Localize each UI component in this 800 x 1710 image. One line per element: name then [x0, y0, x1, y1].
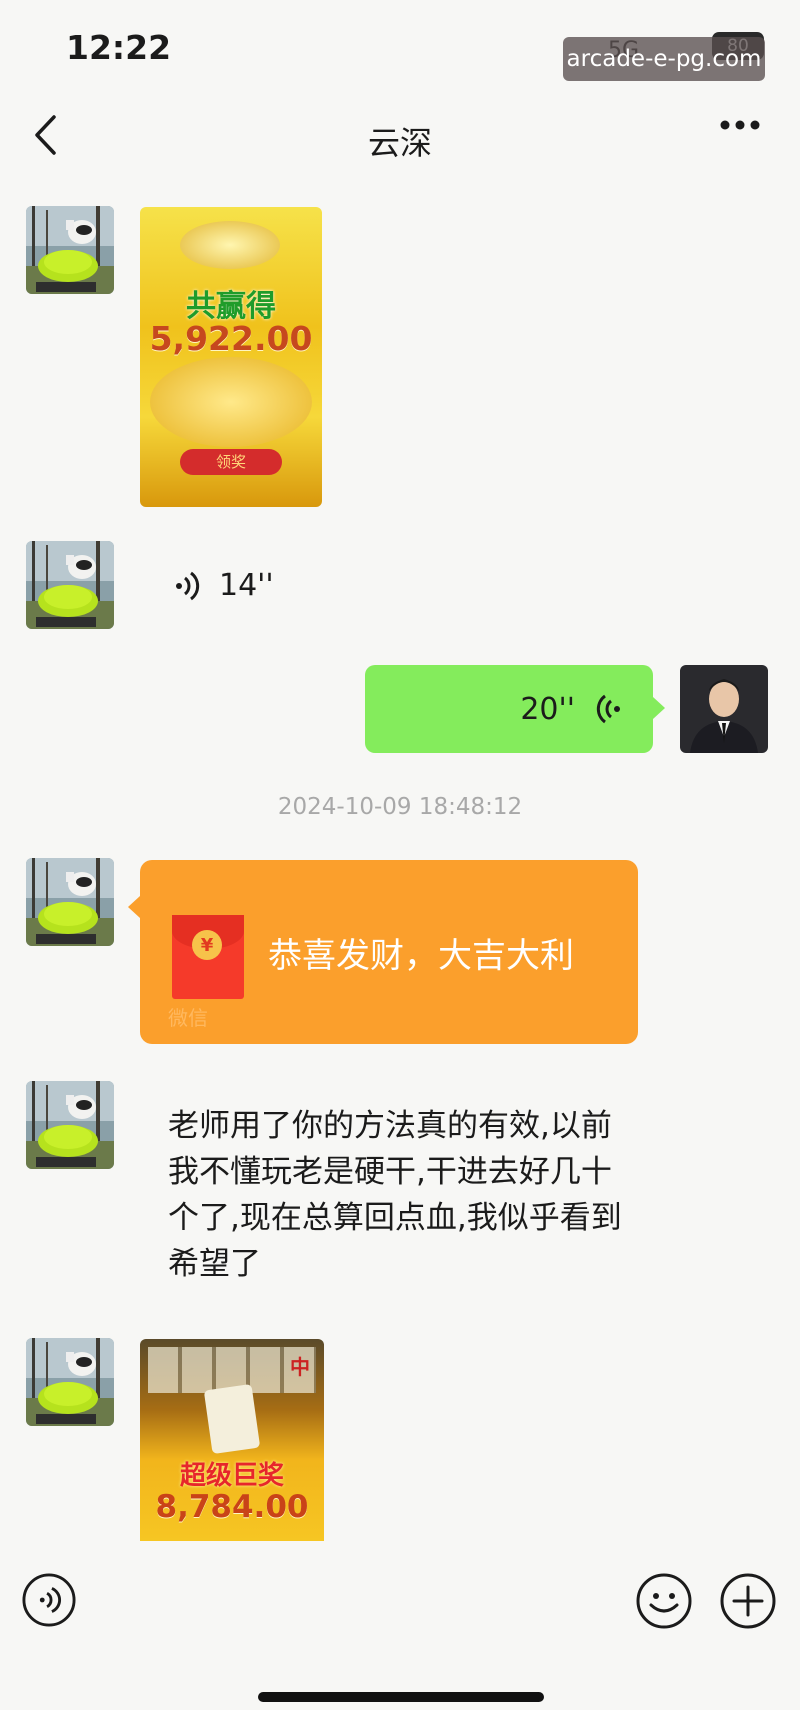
- dragon-emblem: [180, 221, 280, 269]
- status-time: 12:22: [66, 28, 172, 67]
- message-timestamp: 2024-10-09 18:48:12: [277, 794, 523, 820]
- jackpot-image-card[interactable]: 中 超级巨奖 8,784.00: [140, 1339, 324, 1541]
- voice-message-outgoing[interactable]: 20'': [365, 665, 665, 753]
- contact-avatar[interactable]: [26, 541, 114, 629]
- contact-avatar[interactable]: [26, 858, 114, 946]
- gold-pile: [150, 357, 312, 447]
- red-packet-footer: 微信: [168, 1006, 208, 1030]
- red-envelope-icon: ¥: [172, 915, 244, 999]
- self-avatar[interactable]: [680, 665, 768, 753]
- more-dots-icon[interactable]: [718, 118, 762, 132]
- center-tile: [203, 1383, 261, 1455]
- watermark: arcade-e-pg.com: [563, 37, 765, 81]
- voice-input-icon[interactable]: [22, 1573, 76, 1627]
- tile-label: 中: [290, 1355, 310, 1379]
- plus-icon[interactable]: [720, 1573, 776, 1629]
- jackpot-headline: 超级巨奖: [179, 1461, 284, 1491]
- red-packet-greeting: 恭喜发财，大吉大利: [268, 936, 574, 976]
- voice-wave-icon: [176, 571, 200, 600]
- home-indicator[interactable]: [258, 1692, 544, 1702]
- chat-title: 云深: [367, 124, 432, 162]
- red-packet-message[interactable]: ¥ 恭喜发财，大吉大利 微信: [128, 860, 638, 1044]
- win-amount: 5,922.00: [149, 319, 313, 358]
- voice-duration: 20'': [520, 691, 575, 727]
- contact-avatar[interactable]: [26, 206, 114, 294]
- coin-icon: ¥: [192, 930, 222, 960]
- voice-duration: 14'': [219, 568, 274, 603]
- jackpot-amount: 8,784.00: [155, 1489, 309, 1525]
- emoji-icon[interactable]: [636, 1573, 692, 1629]
- contact-avatar[interactable]: [26, 1081, 114, 1169]
- text-message[interactable]: 老师用了你的方法真的有效,以前我不懂玩老是硬干,干进去好几十个了,现在总算回点血…: [168, 1103, 638, 1287]
- win-image-card[interactable]: 共赢得 5,922.00 领奖: [140, 207, 322, 507]
- voice-wave-icon: [596, 694, 620, 724]
- contact-avatar[interactable]: [26, 1338, 114, 1426]
- voice-message-incoming[interactable]: 14'': [175, 568, 274, 603]
- claim-button: 领奖: [180, 449, 282, 475]
